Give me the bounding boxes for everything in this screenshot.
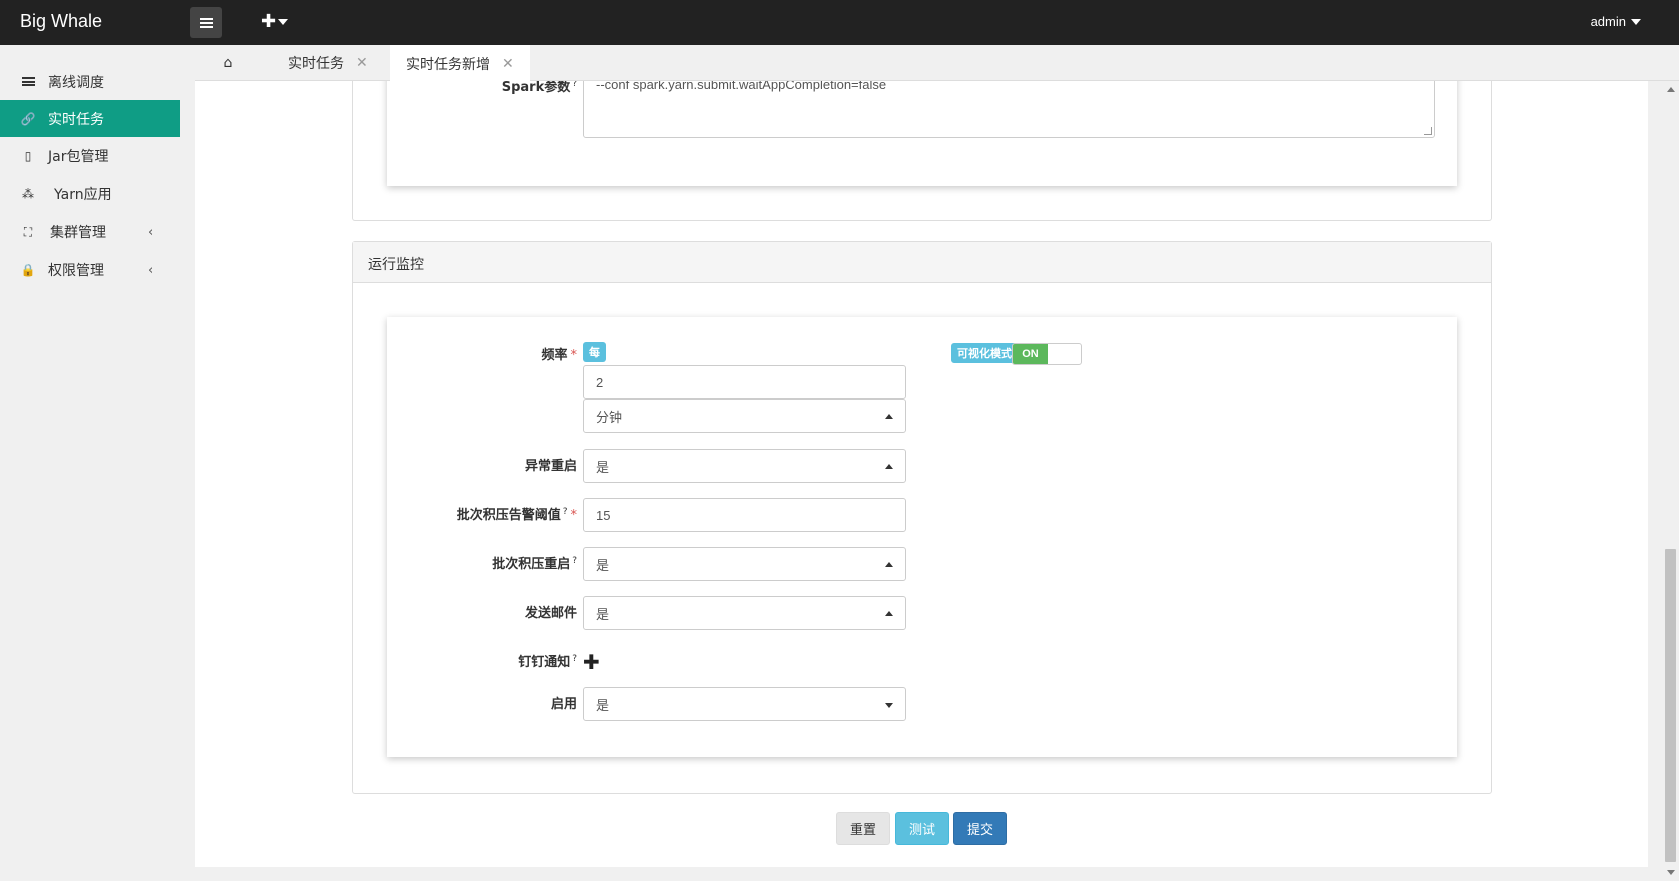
restart-on-error-select[interactable]: 是 xyxy=(583,449,906,483)
send-email-select[interactable]: 是 xyxy=(583,596,906,630)
add-dingtalk-plus-icon[interactable]: ✚ xyxy=(583,650,600,674)
home-icon: ⌂ xyxy=(223,55,233,71)
help-icon[interactable]: ? xyxy=(572,81,577,89)
sidebar-item-label: 权限管理 xyxy=(48,263,104,279)
top-navbar: Big Whale ✚ admin xyxy=(0,0,1679,45)
caret-up-icon xyxy=(885,611,893,616)
backlog-restart-label: 批次积压重启? xyxy=(492,555,577,572)
enabled-label: 启用 xyxy=(550,697,577,712)
file-icon: ▯ xyxy=(24,149,32,163)
close-icon[interactable]: ✕ xyxy=(502,56,514,72)
tab-realtime-task-add[interactable]: 实时任务新增 ✕ xyxy=(390,45,530,82)
frequency-unit-select[interactable]: 分钟 xyxy=(583,399,906,433)
cluster-icon: ⛶ xyxy=(23,224,33,239)
user-name: admin xyxy=(1590,14,1626,29)
spark-config-card: Spark参数? --conf spark.yarn.submit.waitAp… xyxy=(387,81,1457,186)
monitor-panel: 运行监控 频率 * 每 2 分钟 可视化模式 ON 异常重启 是 批次积压告警阈… xyxy=(352,241,1492,794)
sidebar-item-label: 集群管理 xyxy=(50,225,106,241)
frequency-label: 频率 * xyxy=(541,348,577,363)
backlog-restart-select[interactable]: 是 xyxy=(583,547,906,581)
test-button[interactable]: 测试 xyxy=(895,812,949,845)
caret-up-icon xyxy=(885,464,893,469)
enabled-select[interactable]: 是 xyxy=(583,687,906,721)
sidebar-item-jar-management[interactable]: ▯ Jar包管理 xyxy=(0,137,195,175)
help-icon[interactable]: ? xyxy=(572,556,577,566)
toggle-on-label: ON xyxy=(1013,344,1048,364)
resize-handle-icon[interactable] xyxy=(1424,127,1432,135)
tab-realtime-task[interactable]: 实时任务 ✕ xyxy=(288,45,368,81)
scroll-down-icon[interactable] xyxy=(1667,870,1675,875)
spark-params-textarea[interactable]: --conf spark.yarn.submit.waitAppCompleti… xyxy=(583,81,1435,138)
send-email-label: 发送邮件 xyxy=(524,606,577,621)
caret-down-icon xyxy=(1631,18,1641,25)
lock-icon: 🔒 xyxy=(20,263,36,277)
quick-add-dropdown[interactable]: ✚ xyxy=(261,11,289,32)
backlog-threshold-input[interactable]: 15 xyxy=(583,498,906,532)
scrollbar-thumb[interactable] xyxy=(1665,549,1676,862)
dingtalk-label: 钉钉通知? xyxy=(518,653,577,670)
chevron-left-icon: ‹ xyxy=(148,225,154,240)
sidebar-item-cluster-management[interactable]: ⛶ 集群管理 ‹ xyxy=(0,213,195,251)
menu-icon xyxy=(199,17,213,28)
scroll-up-icon[interactable] xyxy=(1667,87,1675,92)
sidebar-item-label: 离线调度 xyxy=(48,74,104,91)
sidebar-item-label: 实时任务 xyxy=(48,111,104,128)
submit-button[interactable]: 提交 xyxy=(953,812,1007,845)
list-icon xyxy=(20,75,36,89)
reset-button[interactable]: 重置 xyxy=(836,812,890,845)
sidebar-item-offline-schedule[interactable]: 离线调度 xyxy=(0,63,195,100)
page-scrollbar[interactable] xyxy=(1662,81,1679,881)
plus-icon: ✚ xyxy=(261,11,277,32)
restart-on-error-label: 异常重启 xyxy=(524,459,577,474)
monitor-card: 频率 * 每 2 分钟 可视化模式 ON 异常重启 是 批次积压告警阈值 ? *… xyxy=(387,317,1457,757)
tab-bar: ⌂ 实时任务 ✕ 实时任务新增 ✕ xyxy=(195,45,1679,82)
spark-params-value: --conf spark.yarn.submit.waitAppCompleti… xyxy=(596,81,887,92)
tab-label: 实时任务新增 xyxy=(406,56,490,73)
sidebar: 离线调度 🔗 实时任务 ▯ Jar包管理 ⁂ Yarn应用 ⛶ 集群管理 ‹ 🔒… xyxy=(0,45,195,881)
sidebar-item-label: Yarn应用 xyxy=(54,187,112,203)
monitor-panel-heading: 运行监控 xyxy=(353,242,1491,283)
tab-label: 实时任务 xyxy=(288,56,344,72)
sidebar-item-label: Jar包管理 xyxy=(48,149,109,165)
frequency-value-input[interactable]: 2 xyxy=(583,365,906,399)
visual-mode-toggle[interactable]: ON xyxy=(1012,343,1082,365)
cubes-icon: ⁂ xyxy=(22,187,34,201)
caret-down-icon xyxy=(278,18,289,25)
tab-home[interactable]: ⌂ xyxy=(215,45,241,81)
sidebar-item-yarn-apps[interactable]: ⁂ Yarn应用 xyxy=(0,175,195,213)
app-title[interactable]: Big Whale xyxy=(20,11,102,32)
backlog-threshold-label: 批次积压告警阈值? * xyxy=(456,506,577,523)
sidebar-item-realtime-task[interactable]: 🔗 实时任务 xyxy=(0,100,180,137)
main-content: Spark参数? --conf spark.yarn.submit.waitAp… xyxy=(195,81,1648,867)
visual-mode-badge: 可视化模式 xyxy=(951,343,1018,363)
caret-up-icon xyxy=(885,562,893,567)
link-icon: 🔗 xyxy=(20,111,36,126)
sidebar-toggle-button[interactable] xyxy=(190,7,222,38)
close-icon[interactable]: ✕ xyxy=(356,55,368,71)
caret-up-icon xyxy=(885,414,893,419)
spark-params-label: Spark参数? xyxy=(387,81,577,95)
chevron-left-icon: ‹ xyxy=(148,263,154,278)
caret-down-icon xyxy=(885,703,893,708)
sidebar-item-permission-management[interactable]: 🔒 权限管理 ‹ xyxy=(0,251,195,289)
every-badge: 每 xyxy=(583,342,606,362)
spark-config-panel: Spark参数? --conf spark.yarn.submit.waitAp… xyxy=(352,81,1492,221)
help-icon[interactable]: ? xyxy=(572,654,577,664)
user-dropdown[interactable]: admin xyxy=(1591,14,1641,29)
help-icon[interactable]: ? xyxy=(563,507,568,517)
